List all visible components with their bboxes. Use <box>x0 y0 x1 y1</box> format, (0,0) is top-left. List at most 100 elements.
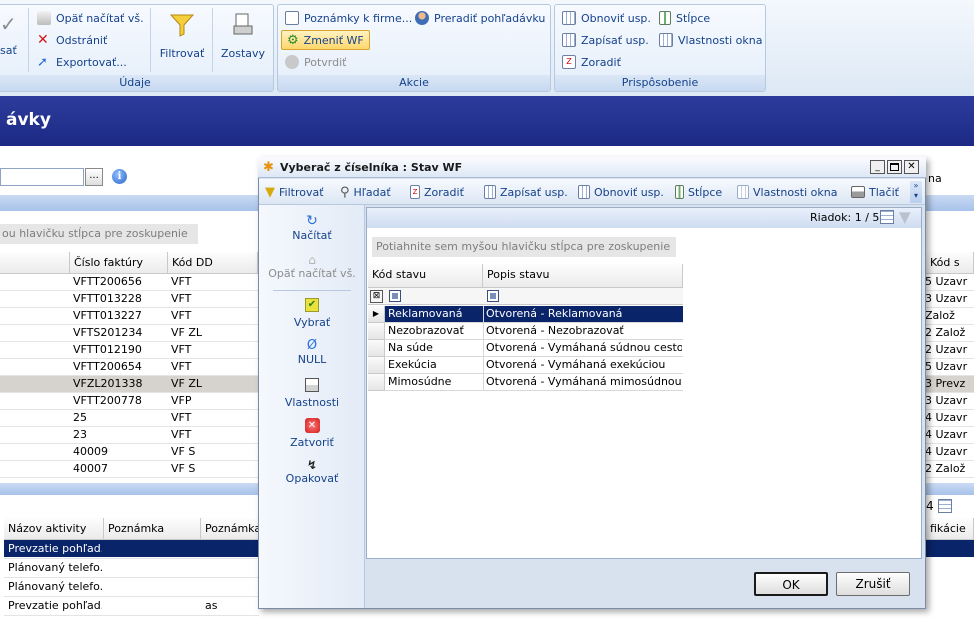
confirm-check-icon <box>285 55 299 69</box>
side-reload-button[interactable]: ↻ Načítať <box>259 213 365 242</box>
filter-button[interactable]: Filtrovať <box>157 12 207 60</box>
row-selector[interactable] <box>368 374 385 391</box>
activity-name-cell[interactable]: Plánovaný telefo... <box>8 560 102 577</box>
save-layout-button[interactable]: Zapísať usp. <box>562 31 649 49</box>
filter-row-icon[interactable]: ⊠ <box>370 290 383 303</box>
change-wf-label: Zmeniť WF <box>303 33 364 47</box>
change-wf-button[interactable]: ⚙ Zmeniť WF <box>281 30 370 50</box>
cell invoice-cell: VFZL201338 <box>73 377 143 390</box>
cell invoice-cell: 40007 <box>73 462 108 475</box>
status-description-cell: Otvorená - Reklamovaná <box>486 307 623 320</box>
window-properties-icon <box>737 185 749 199</box>
dd-code-cell: VF S <box>171 445 196 458</box>
house-icon: ⌂ <box>308 253 316 267</box>
delete-button[interactable]: ✕ Odstrániť <box>37 31 107 49</box>
reload-all-label: Opäť načítať vš. <box>56 11 144 25</box>
reload-all-button[interactable]: Opäť načítať vš. <box>37 9 144 27</box>
col-header-code[interactable]: Kód stavu <box>368 264 483 288</box>
row-selector[interactable] <box>368 357 385 374</box>
sort-icon: Z <box>410 185 420 199</box>
row-selector[interactable] <box>368 323 385 340</box>
app-logo-icon: ✱ <box>263 160 274 175</box>
columns-button[interactable]: Stĺpce <box>659 9 710 27</box>
filter-desc-operator-icon[interactable] <box>487 290 499 302</box>
cell invoice-cell: VFTT200656 <box>73 275 142 288</box>
minimize-button[interactable]: _ <box>870 160 885 174</box>
sort-button[interactable]: Z Zoradiť <box>562 53 621 71</box>
company-notes-label: Poznámky k firme... <box>304 11 413 25</box>
side-reload-all-button[interactable]: ⌂ Opäť načítať vš. <box>259 253 365 280</box>
search-input[interactable] <box>0 168 84 186</box>
tool-search-button[interactable]: ⚲ Hľadať <box>340 184 391 200</box>
dialog-title: Vyberač z číselníka : Stav WF <box>280 161 463 174</box>
activity-header-name[interactable]: Názov aktivity <box>4 518 104 540</box>
window-properties-button[interactable]: Vlastnosti okna <box>659 31 762 49</box>
activity-header-modifications[interactable]: fikácie <box>926 518 974 540</box>
tool-print-button[interactable]: Tlačiť <box>851 184 899 200</box>
activity-header-note[interactable]: Poznámka <box>104 518 201 540</box>
activity-name-cell[interactable]: Prevzatie pohľad... <box>8 541 102 558</box>
tool-columns-button[interactable]: Stĺpce <box>675 184 722 200</box>
status-cell: 3 Prevz <box>925 377 966 390</box>
tool-window-properties-label: Vlastnosti okna <box>753 185 838 199</box>
ok-button[interactable]: OK <box>754 572 828 596</box>
tool-save-layout-button[interactable]: Zapísať usp. <box>484 184 568 200</box>
row-divider <box>4 615 259 616</box>
activity-note-cell <box>108 560 198 577</box>
tool-refresh-layout-button[interactable]: Obnoviť usp. <box>578 184 664 200</box>
partial-button-label[interactable]: sať <box>0 44 17 57</box>
tool-sort-button[interactable]: Z Zoradiť <box>410 184 464 200</box>
confirm-button[interactable]: Potvrdiť <box>285 53 346 71</box>
cancel-button[interactable]: Zrušiť <box>836 572 910 596</box>
row-divider <box>4 577 259 578</box>
activity-name-cell[interactable]: Plánovaný telefo... <box>8 579 102 596</box>
row-selector[interactable] <box>368 340 385 357</box>
tool-print-label: Tlačiť <box>869 185 899 199</box>
funnel-icon: ▼ <box>265 184 275 200</box>
status-cell: 3 Uzavr <box>925 394 968 407</box>
status-cell: 2 Založ <box>925 462 966 475</box>
export-button[interactable]: ➚ Exportovať... <box>37 53 127 71</box>
side-divider <box>273 290 351 291</box>
side-properties-button[interactable]: Vlastnosti <box>259 378 365 409</box>
dd-code-cell: VFT <box>171 428 192 441</box>
dialog-titlebar[interactable]: ✱ Vyberač z číselníka : Stav WF _ ✕ <box>258 157 926 178</box>
tool-window-properties-button[interactable]: Vlastnosti okna <box>737 184 837 200</box>
filter-funnel-icon[interactable]: ▼ <box>899 208 911 226</box>
maximize-button[interactable] <box>887 160 902 174</box>
col-header-description[interactable]: Popis stavu <box>483 264 683 288</box>
cell invoice-cell: 25 <box>73 411 87 424</box>
reassign-claim-label: Preradiť pohľadávku <box>434 11 546 25</box>
close-window-button[interactable]: ✕ <box>904 160 919 174</box>
tool-sort-label: Zoradiť <box>424 185 464 199</box>
refresh-layout-button[interactable]: Obnoviť usp. <box>562 9 651 27</box>
side-close-button[interactable]: ✕ Zatvoriť <box>259 418 365 449</box>
cell invoice-cell: 23 <box>73 428 87 441</box>
reassign-claim-button[interactable]: Preradiť pohľadávku <box>415 9 545 27</box>
grid-header-invoice[interactable]: Číslo faktúry <box>70 252 168 274</box>
filter-code-operator-icon[interactable] <box>389 290 401 302</box>
printer-icon <box>851 186 865 198</box>
status-cell: 5 Uzavr <box>925 275 968 288</box>
grid-header-dd-code[interactable]: Kód DD <box>168 252 258 274</box>
cell invoice-cell: VFTT200654 <box>73 360 142 373</box>
side-repeat-button[interactable]: ↯ Opakovať <box>259 458 365 485</box>
info-icon[interactable]: i <box>112 169 127 184</box>
tool-filter-button[interactable]: ▼ Filtrovať <box>265 184 324 200</box>
activity-name-cell[interactable]: Prevzatie pohľad... <box>8 598 102 615</box>
grid-layout-icon[interactable] <box>880 210 894 224</box>
side-select-button[interactable]: ✔ Vybrať <box>259 298 365 329</box>
house-icon <box>37 11 51 25</box>
tool-refresh-layout-label: Obnoviť usp. <box>594 185 664 199</box>
company-notes-button[interactable]: Poznámky k firme... <box>285 9 412 27</box>
export-arrow-icon: ➚ <box>37 54 48 70</box>
current-row-arrow-icon[interactable]: ▶ <box>368 306 385 323</box>
side-null-button[interactable]: Ø NULL <box>259 338 365 366</box>
toolbar-overflow-icon[interactable]: » ▾ <box>910 181 922 203</box>
activity-header-note2[interactable]: Poznámka <box>201 518 259 540</box>
window-properties-icon <box>659 33 673 47</box>
grid-header-status-code[interactable]: Kód s <box>926 252 974 274</box>
reports-button[interactable]: Zostavy <box>218 12 268 60</box>
browse-button[interactable]: ... <box>85 168 103 186</box>
grid-settings-icon[interactable] <box>938 499 952 513</box>
